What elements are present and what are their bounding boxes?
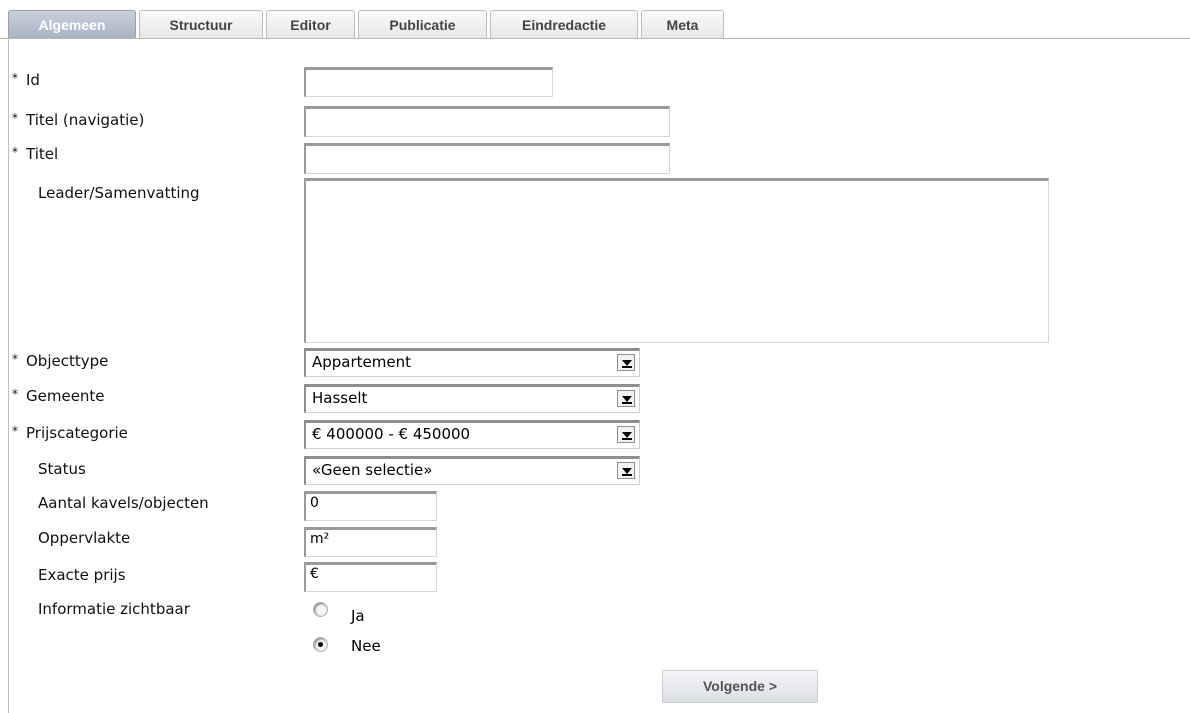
chevron-down-icon[interactable]	[617, 390, 635, 407]
tab-structuur[interactable]: Structuur	[139, 10, 263, 39]
next-button[interactable]: Volgende >	[662, 670, 818, 703]
required-marker: *	[12, 71, 18, 85]
leader-textarea[interactable]	[304, 178, 1049, 343]
prijscategorie-label: * Prijscategorie	[12, 424, 128, 442]
status-label: Status	[38, 460, 86, 478]
required-marker: *	[12, 145, 18, 159]
chevron-down-icon[interactable]	[617, 462, 635, 479]
id-input[interactable]	[304, 67, 553, 97]
titel-navigatie-label: * Titel (navigatie)	[12, 111, 145, 129]
oppervlakte-label: Oppervlakte	[38, 529, 131, 547]
kavels-input[interactable]: 0	[304, 491, 437, 521]
tab-bar: Algemeen Structuur Editor Publicatie Ein…	[0, 0, 1190, 40]
prijscategorie-select[interactable]: € 400000 - € 450000	[304, 420, 640, 449]
form-page: Algemeen Structuur Editor Publicatie Ein…	[0, 0, 1190, 713]
radio-ja[interactable]	[313, 602, 328, 617]
titel-label: * Titel	[12, 145, 59, 163]
id-label: * Id	[12, 71, 40, 89]
oppervlakte-input[interactable]: m²	[304, 527, 437, 557]
objecttype-value: Appartement	[312, 353, 412, 371]
gemeente-select[interactable]: Hasselt	[304, 384, 640, 413]
titel-navigatie-input[interactable]	[304, 106, 670, 137]
objecttype-label: * Objecttype	[12, 352, 109, 370]
tab-meta[interactable]: Meta	[641, 10, 724, 39]
tab-algemeen[interactable]: Algemeen	[8, 10, 136, 39]
required-marker: *	[12, 424, 18, 438]
titel-input[interactable]	[304, 143, 670, 174]
kavels-label: Aantal kavels/objecten	[38, 494, 209, 512]
status-select[interactable]: «Geen selectie»	[304, 456, 640, 485]
tab-publicatie[interactable]: Publicatie	[358, 10, 487, 39]
required-marker: *	[12, 111, 18, 125]
panel-left-border	[8, 39, 9, 713]
gemeente-value: Hasselt	[312, 389, 368, 407]
radio-nee-label: Nee	[351, 637, 381, 655]
informatie-label: Informatie zichtbaar	[38, 600, 190, 618]
tab-eindredactie[interactable]: Eindredactie	[490, 10, 638, 39]
exacte-prijs-input[interactable]: €	[304, 562, 437, 592]
leader-label: Leader/Samenvatting	[38, 184, 200, 202]
required-marker: *	[12, 352, 18, 366]
status-value: «Geen selectie»	[312, 461, 433, 479]
exacte-prijs-label: Exacte prijs	[38, 566, 126, 584]
tab-editor[interactable]: Editor	[266, 10, 355, 39]
radio-nee[interactable]	[313, 637, 328, 652]
chevron-down-icon[interactable]	[617, 354, 635, 371]
gemeente-label: * Gemeente	[12, 387, 105, 405]
objecttype-select[interactable]: Appartement	[304, 348, 640, 377]
tab-divider	[0, 38, 1190, 39]
chevron-down-icon[interactable]	[617, 426, 635, 443]
radio-ja-label: Ja	[351, 607, 365, 625]
prijscategorie-value: € 400000 - € 450000	[312, 425, 471, 443]
required-marker: *	[12, 387, 18, 401]
